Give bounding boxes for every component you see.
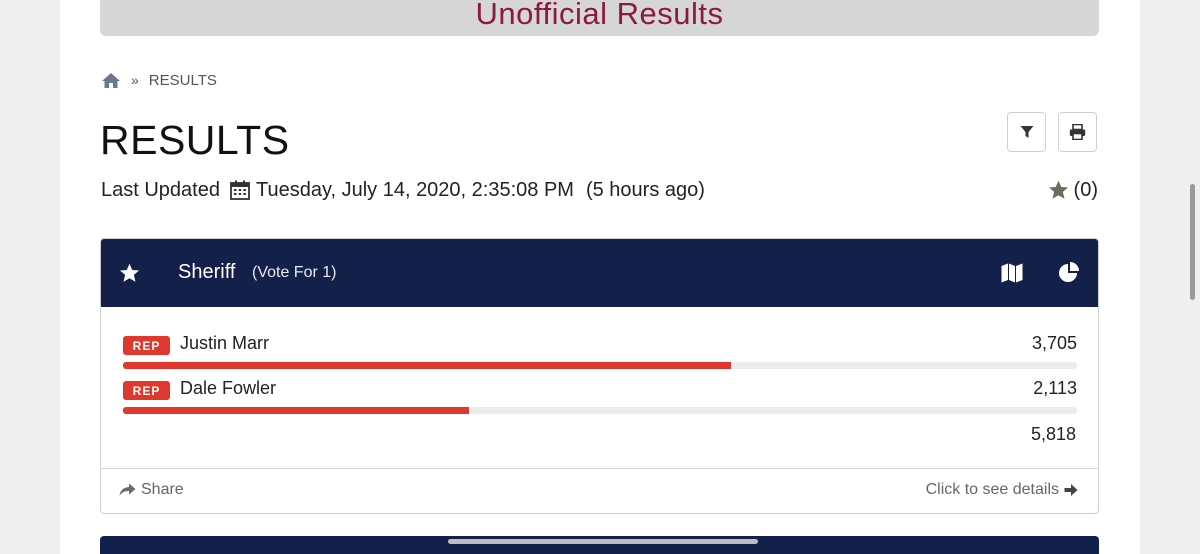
candidate-name: Dale Fowler [180, 378, 277, 398]
race-name: Sheriff [178, 261, 236, 283]
favorites-count: (0) [1073, 178, 1098, 201]
breadcrumb-separator: » [131, 72, 139, 88]
candidate-votes: 3,705 [1031, 333, 1077, 353]
star-icon [1048, 180, 1068, 199]
horizontal-scrollbar[interactable] [448, 539, 758, 544]
party-badge: REP [123, 381, 170, 400]
share-label: Share [141, 481, 184, 498]
print-button[interactable] [1058, 112, 1097, 152]
breadcrumb-current[interactable]: RESULTS [149, 72, 217, 89]
race-header: Sheriff (Vote For 1) [101, 239, 1098, 307]
details-link[interactable]: Click to see details [926, 481, 1078, 499]
breadcrumb: » RESULTS [101, 70, 217, 90]
race-card: Sheriff (Vote For 1) REP Justin Marr 3,7… [100, 238, 1099, 514]
party-badge: REP [123, 336, 170, 355]
share-link[interactable]: Share [119, 481, 184, 499]
page-title: RESULTS [100, 117, 290, 163]
vote-bar-track [123, 407, 1077, 414]
page: Unofficial Results » RESULTS RESULTS Las… [60, 0, 1140, 554]
vote-for-label: (Vote For 1) [252, 264, 337, 281]
filter-button[interactable] [1007, 112, 1046, 152]
home-icon[interactable] [101, 72, 121, 89]
candidate-votes: 2,113 [1033, 378, 1077, 398]
print-icon [1069, 124, 1086, 140]
last-updated-label: Last Updated [101, 178, 220, 201]
vote-bar-fill [123, 407, 470, 414]
vote-bar-track [123, 362, 1077, 369]
candidate-row: REP Dale Fowler 2,113 [123, 378, 1077, 418]
vote-bar-fill [123, 362, 731, 369]
pie-chart-icon[interactable] [1058, 262, 1080, 289]
candidate-name: Justin Marr [180, 333, 270, 353]
calendar-icon [230, 180, 250, 200]
last-updated-relative: (5 hours ago) [585, 178, 705, 201]
race-footer: Share Click to see details [101, 468, 1098, 513]
favorites[interactable]: (0) [1048, 177, 1098, 203]
map-icon[interactable] [1001, 263, 1023, 288]
last-updated-datetime: Tuesday, July 14, 2020, 2:35:08 PM [255, 178, 574, 201]
vertical-scrollbar[interactable] [1190, 184, 1195, 300]
results-banner: Unofficial Results [100, 0, 1099, 36]
share-icon [119, 483, 136, 496]
arrow-right-icon [1064, 484, 1078, 496]
filter-icon [1020, 126, 1033, 138]
candidate-row: REP Justin Marr 3,705 [123, 333, 1077, 373]
banner-title: Unofficial Results [475, 0, 724, 31]
details-label: Click to see details [925, 481, 1059, 498]
last-updated: Last Updated Tuesday, July 14, 2020, 2:3… [101, 177, 705, 203]
favorite-race-star-icon[interactable] [119, 263, 140, 288]
total-votes: 5,818 [1030, 424, 1076, 444]
